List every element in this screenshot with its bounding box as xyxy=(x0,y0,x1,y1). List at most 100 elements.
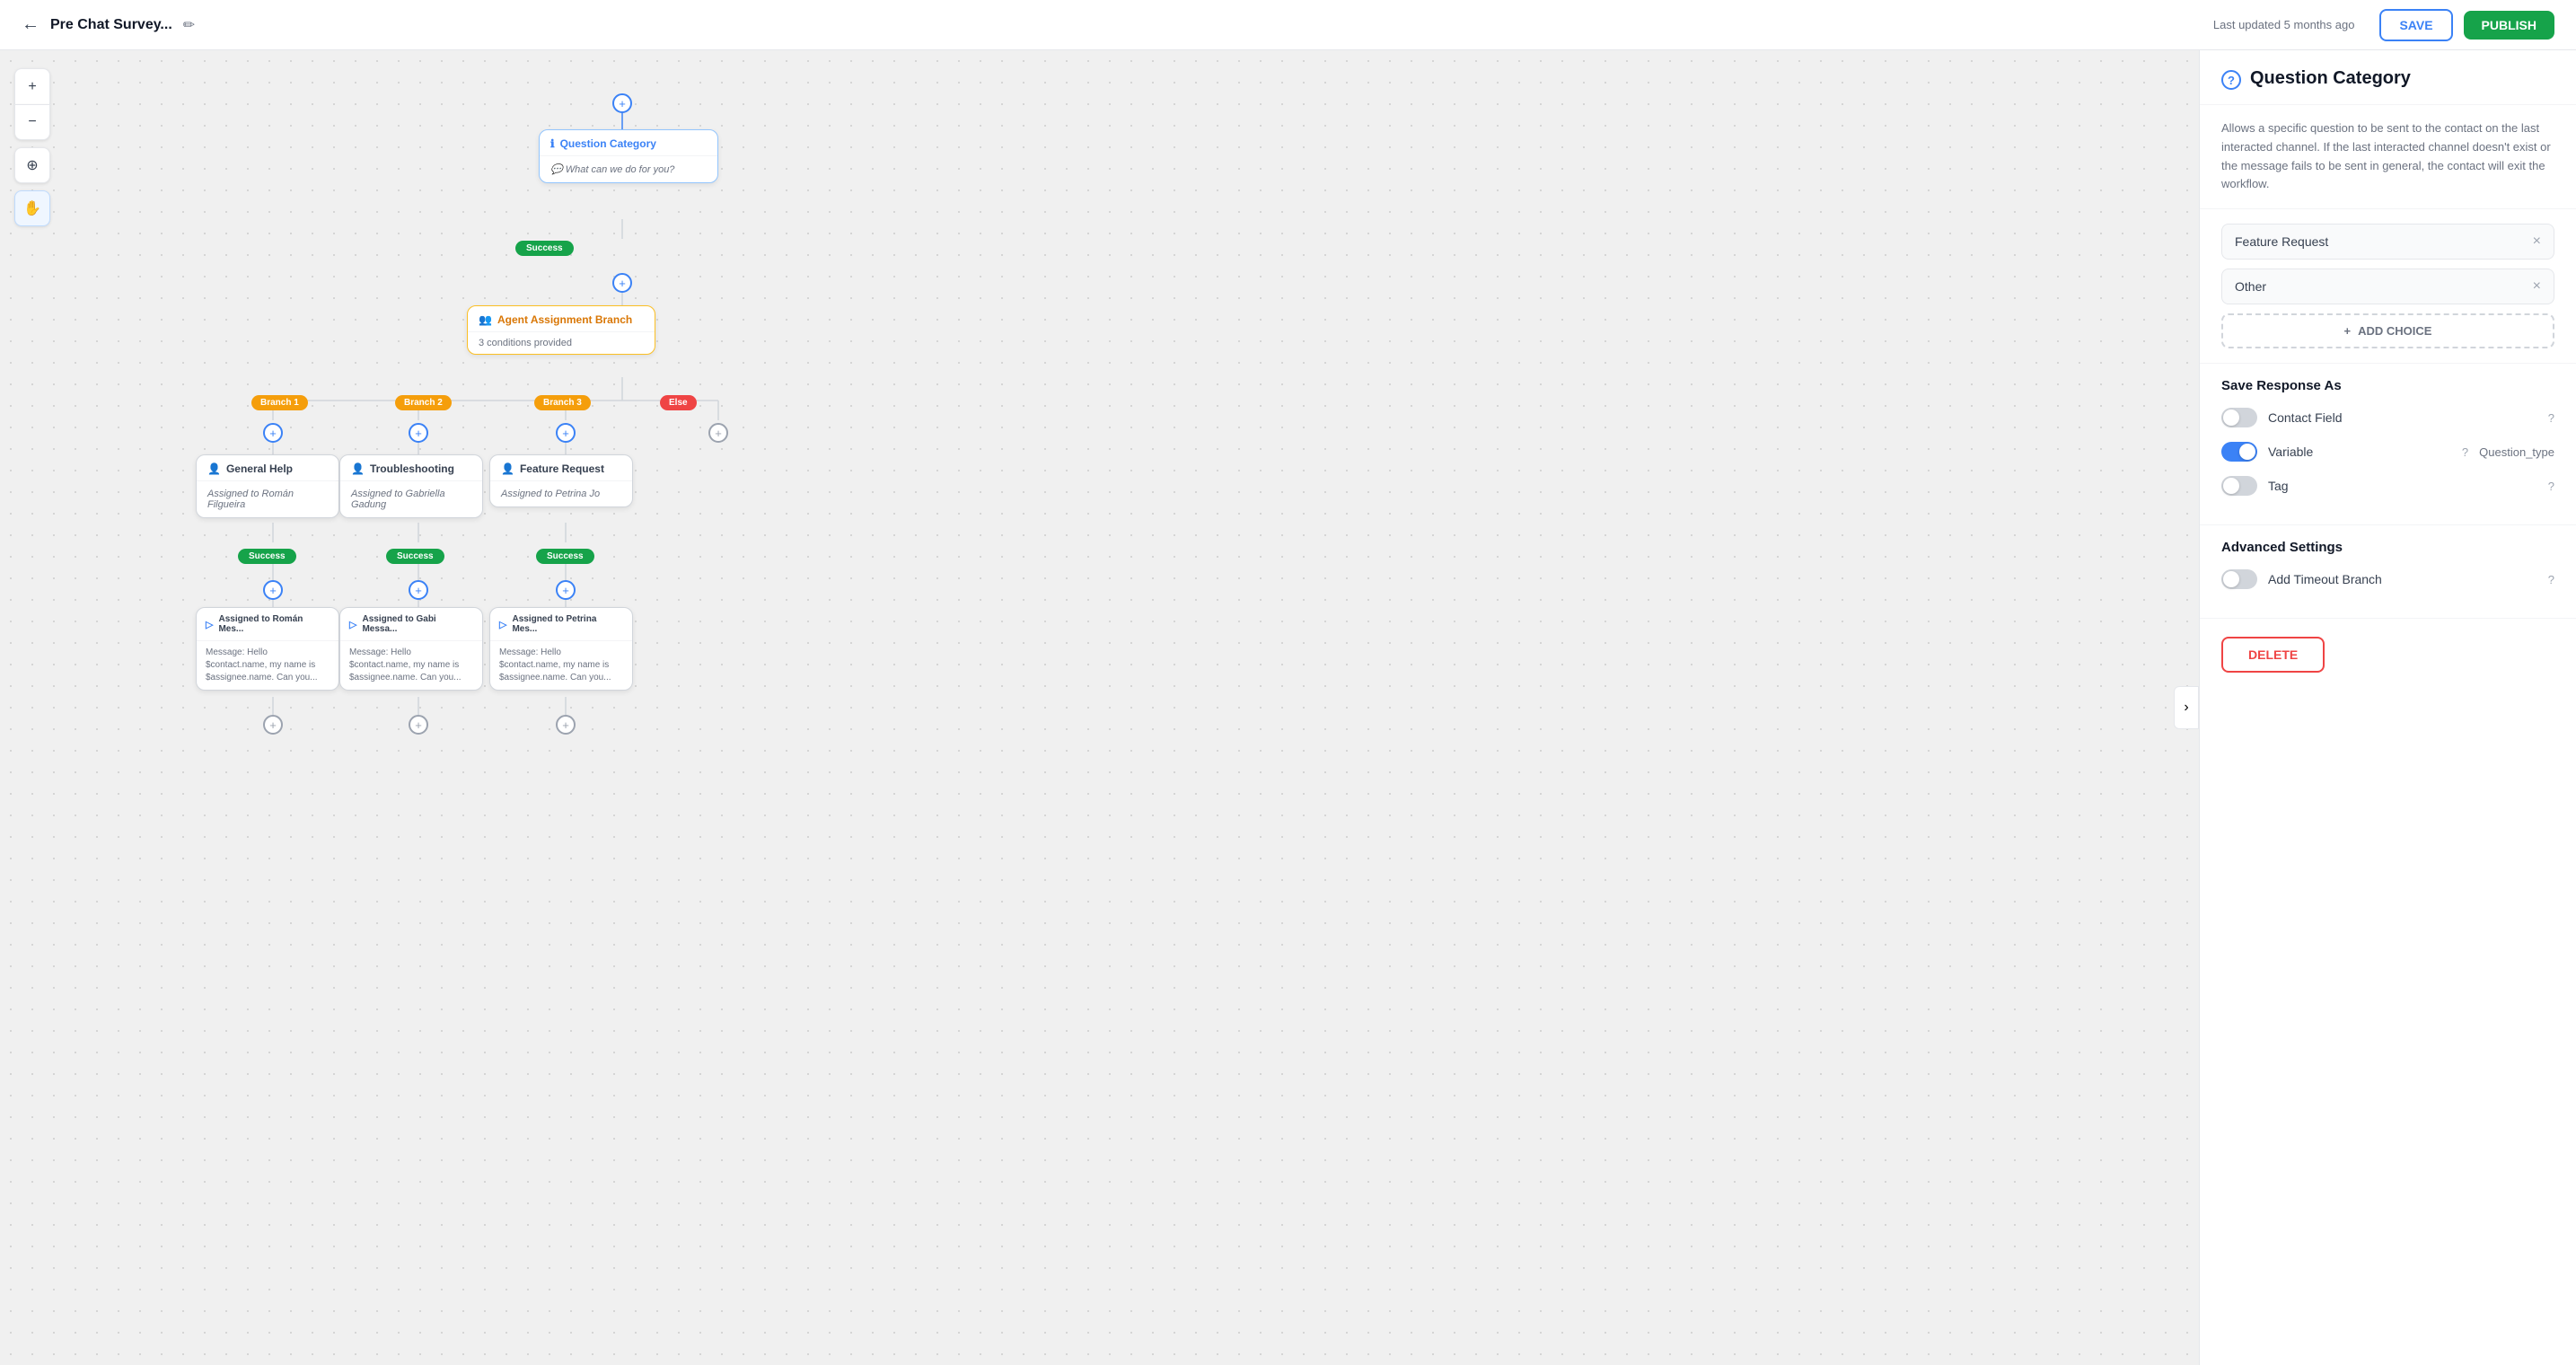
bottom3-add[interactable]: + xyxy=(556,715,576,735)
else-add[interactable]: + xyxy=(708,423,728,443)
choice-item-feature-request: Feature Request × xyxy=(2221,224,2554,260)
panel-header: ? Question Category xyxy=(2200,50,2576,105)
advanced-settings-section: Advanced Settings Add Timeout Branch ? xyxy=(2200,525,2576,619)
msg-node-2-body: Message: Hello $contact.name, my name is… xyxy=(340,641,482,690)
add-choice-label: ADD CHOICE xyxy=(2358,324,2431,338)
timeout-toggle[interactable] xyxy=(2221,569,2257,589)
choices-section: Feature Request × Other × + ADD CHOICE xyxy=(2200,209,2576,364)
assign-node-2-body: Assigned to Gabriella Gadung xyxy=(340,481,482,517)
hand-tool-button[interactable]: ✋ xyxy=(14,190,50,226)
bottom2-add[interactable]: + xyxy=(409,715,428,735)
branch-1-badge: Branch 1 xyxy=(251,395,308,410)
delete-section: DELETE xyxy=(2200,619,2576,691)
page-title: Pre Chat Survey... xyxy=(50,17,172,33)
contact-field-row: Contact Field ? xyxy=(2221,408,2554,427)
agent-assignment-node[interactable]: 👥 Agent Assignment Branch 3 conditions p… xyxy=(467,305,655,355)
msg-node-3[interactable]: ▷ Assigned to Petrina Mes... Message: He… xyxy=(489,607,633,691)
zoom-in-button[interactable]: + xyxy=(14,68,50,104)
panel-help-icon: ? xyxy=(2221,70,2241,90)
assign-node-1-icon: 👤 xyxy=(207,462,221,475)
delete-button[interactable]: DELETE xyxy=(2221,637,2325,673)
question-category-node[interactable]: ℹ Question Category 💬 What can we do for… xyxy=(539,129,718,183)
msg-node-3-icon: ▷ xyxy=(499,619,506,630)
add-choice-button[interactable]: + ADD CHOICE xyxy=(2221,313,2554,348)
top-success-badge: Success xyxy=(515,241,574,256)
question-category-node-icon: ℹ xyxy=(550,137,555,150)
flow-lines xyxy=(0,50,2199,1365)
branch1-add[interactable]: + xyxy=(263,423,283,443)
assign-node-3[interactable]: 👤 Feature Request Assigned to Petrina Jo xyxy=(489,454,633,507)
msg-node-1[interactable]: ▷ Assigned to Román Mes... Message: Hell… xyxy=(196,607,339,691)
msg-node-1-title: Assigned to Román Mes... xyxy=(218,614,330,634)
assign-node-3-body: Assigned to Petrina Jo xyxy=(490,481,632,506)
top-add-button[interactable]: + xyxy=(612,93,632,113)
branch-3-badge: Branch 3 xyxy=(534,395,591,410)
agent-assignment-icon: 👥 xyxy=(479,313,492,326)
branch-else-badge: Else xyxy=(660,395,697,410)
agent-conditions-text: 3 conditions provided xyxy=(468,332,655,354)
last-updated-text: Last updated 5 months ago xyxy=(2213,18,2355,31)
choice-other-remove[interactable]: × xyxy=(2533,278,2541,295)
timeout-branch-row: Add Timeout Branch ? xyxy=(2221,569,2554,589)
edit-icon: ✏ xyxy=(183,18,195,33)
publish-button[interactable]: PUBLISH xyxy=(2464,11,2554,40)
choice-item-other: Other × xyxy=(2221,269,2554,304)
variable-value: Question_type xyxy=(2479,445,2554,459)
assign-node-1-title: General Help xyxy=(226,462,293,475)
timeout-label: Add Timeout Branch xyxy=(2268,572,2537,586)
msg-node-1-body: Message: Hello $contact.name, my name is… xyxy=(197,641,338,690)
panel-description: Allows a specific question to be sent to… xyxy=(2200,105,2576,209)
success-badge-1: Success xyxy=(238,549,296,564)
branch2-add[interactable]: + xyxy=(409,423,428,443)
assign-node-1-body: Assigned to Román Filgueira xyxy=(197,481,338,517)
add-choice-plus-icon: + xyxy=(2344,324,2352,338)
success2-add[interactable]: + xyxy=(409,580,428,600)
save-response-title: Save Response As xyxy=(2221,378,2554,393)
msg-node-1-icon: ▷ xyxy=(206,619,213,630)
bottom1-add[interactable]: + xyxy=(263,715,283,735)
right-panel: ? Question Category Allows a specific qu… xyxy=(2199,50,2576,1365)
tag-help-icon[interactable]: ? xyxy=(2548,480,2554,493)
contact-field-label: Contact Field xyxy=(2268,410,2537,425)
choice-feature-request-remove[interactable]: × xyxy=(2533,233,2541,250)
canvas-toolbar: + − ⊕ ✋ xyxy=(14,68,50,226)
zoom-out-button[interactable]: − xyxy=(14,104,50,140)
edit-title-button[interactable]: ✏ xyxy=(183,16,195,34)
after-success-add[interactable]: + xyxy=(612,273,632,293)
back-icon: ← xyxy=(22,14,40,35)
canvas: + − ⊕ ✋ › xyxy=(0,50,2199,1365)
save-button[interactable]: SAVE xyxy=(2379,9,2452,41)
variable-help-icon[interactable]: ? xyxy=(2462,445,2468,459)
back-button[interactable]: ← xyxy=(22,14,40,35)
panel-toggle-button[interactable]: › xyxy=(2174,686,2199,729)
question-category-node-body: 💬 What can we do for you? xyxy=(540,156,717,182)
assign-node-3-title: Feature Request xyxy=(520,462,604,475)
success-badge-2: Success xyxy=(386,549,444,564)
assign-node-2[interactable]: 👤 Troubleshooting Assigned to Gabriella … xyxy=(339,454,483,518)
branch-2-badge: Branch 2 xyxy=(395,395,452,410)
variable-row: Variable ? Question_type xyxy=(2221,442,2554,462)
msg-node-3-body: Message: Hello $contact.name, my name is… xyxy=(490,641,632,690)
msg-node-2-icon: ▷ xyxy=(349,619,356,630)
contact-field-toggle[interactable] xyxy=(2221,408,2257,427)
panel-title: Question Category xyxy=(2250,68,2411,89)
variable-label: Variable xyxy=(2268,445,2451,459)
msg-node-2[interactable]: ▷ Assigned to Gabi Messa... Message: Hel… xyxy=(339,607,483,691)
save-response-section: Save Response As Contact Field ? Variabl… xyxy=(2200,364,2576,525)
assign-node-3-icon: 👤 xyxy=(501,462,514,475)
question-category-node-label: Question Category xyxy=(560,137,656,150)
variable-toggle[interactable] xyxy=(2221,442,2257,462)
success3-add[interactable]: + xyxy=(556,580,576,600)
tag-toggle[interactable] xyxy=(2221,476,2257,496)
msg-node-3-title: Assigned to Petrina Mes... xyxy=(512,614,623,634)
choice-other-text: Other xyxy=(2235,279,2266,294)
assign-node-2-title: Troubleshooting xyxy=(370,462,454,475)
center-button[interactable]: ⊕ xyxy=(14,147,50,183)
agent-assignment-label: Agent Assignment Branch xyxy=(497,313,632,326)
success1-add[interactable]: + xyxy=(263,580,283,600)
timeout-help-icon[interactable]: ? xyxy=(2548,573,2554,586)
contact-field-help-icon[interactable]: ? xyxy=(2548,411,2554,425)
assign-node-1[interactable]: 👤 General Help Assigned to Román Filguei… xyxy=(196,454,339,518)
branch3-add[interactable]: + xyxy=(556,423,576,443)
choice-feature-request-text: Feature Request xyxy=(2235,234,2328,249)
